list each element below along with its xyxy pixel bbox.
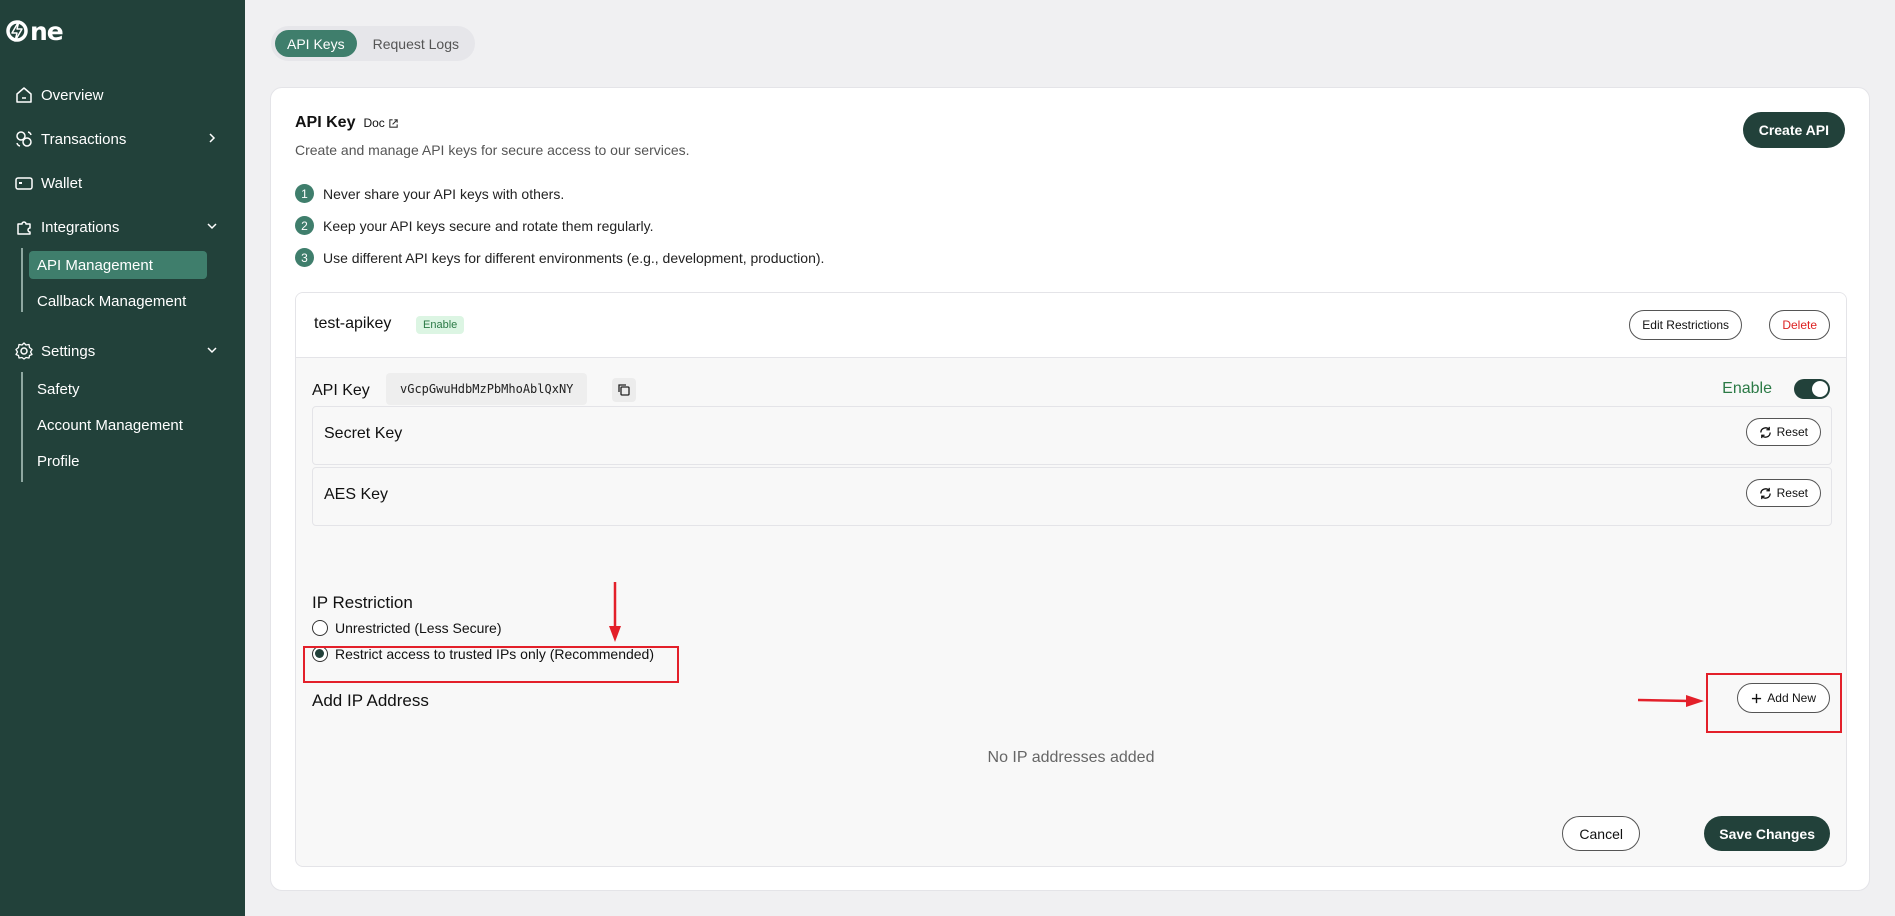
wallet-icon (15, 177, 33, 190)
puzzle-icon (17, 221, 31, 235)
highlight-box-add-new (1706, 673, 1842, 733)
copy-button[interactable] (612, 378, 636, 402)
reset-secret-key-button[interactable]: Reset (1745, 418, 1821, 446)
sidebar-item-wallet[interactable]: Wallet (0, 161, 245, 205)
api-key-name: test-apikey (314, 315, 392, 332)
tab-request-logs[interactable]: Request Logs (361, 30, 471, 57)
tip-number: 1 (295, 184, 314, 203)
chevron-down-icon (207, 223, 217, 230)
add-ip-title: Add IP Address (312, 691, 429, 710)
enable-label: Enable (1722, 380, 1772, 397)
secret-key-label: Secret Key (324, 425, 403, 442)
sidebar-item-label: Settings (41, 342, 96, 360)
copy-icon (618, 384, 630, 396)
empty-ip-message: No IP addresses added (987, 749, 1155, 766)
page-subtitle: Create and manage API keys for secure ac… (295, 142, 690, 158)
radio-label: Unrestricted (Less Secure) (335, 620, 502, 636)
tip-item: 2 Keep your API keys secure and rotate t… (295, 216, 653, 235)
reset-aes-key-button[interactable]: Reset (1745, 479, 1821, 507)
sidebar-item-transactions[interactable]: Transactions (0, 117, 245, 161)
aes-key-row: AES Key Reset (312, 467, 1832, 526)
doc-link-label: Doc (363, 116, 385, 130)
bolt-logo-icon (6, 20, 28, 42)
api-key-label: API Key (312, 382, 370, 399)
home-icon (16, 87, 32, 103)
api-key-value: vGcpGwuHdbMzPbMhoAblQxNY (386, 373, 588, 405)
sidebar-item-settings[interactable]: Settings (0, 329, 245, 373)
sidebar: ne Overview Transactions Wallet Integrat… (0, 0, 245, 916)
sidebar-item-account-management[interactable]: Account Management (29, 411, 207, 439)
tip-item: 1 Never share your API keys with others. (295, 184, 564, 203)
refresh-icon (1759, 426, 1771, 438)
create-api-button[interactable]: Create API (1742, 112, 1845, 148)
sidebar-item-profile[interactable]: Profile (29, 447, 207, 475)
settings-submenu-line (21, 372, 23, 482)
radio-unrestricted[interactable]: Unrestricted (Less Secure) (312, 620, 502, 636)
annotation-arrow-down (609, 582, 621, 642)
radio-circle[interactable] (312, 620, 328, 636)
coins-exchange-icon (16, 131, 32, 147)
integrations-submenu-line (21, 248, 23, 312)
api-key-header: test-apikey Enable Edit Restrictions Del… (296, 293, 1846, 358)
annotation-arrow-right (1637, 695, 1704, 707)
delete-button[interactable]: Delete (1769, 310, 1830, 340)
edit-restrictions-button[interactable]: Edit Restrictions (1629, 310, 1742, 340)
tip-number: 2 (295, 216, 314, 235)
brand-logo-text: ne (30, 16, 64, 46)
tip-number: 3 (295, 248, 314, 267)
sidebar-item-safety[interactable]: Safety (29, 375, 207, 403)
highlight-box-restrict-option (303, 646, 679, 683)
brand-logo[interactable]: ne (6, 16, 64, 46)
sidebar-item-label: Integrations (41, 218, 120, 236)
refresh-icon (1759, 487, 1771, 499)
toggle-knob (1812, 381, 1828, 397)
tab-api-keys[interactable]: API Keys (275, 30, 357, 57)
enable-toggle[interactable] (1794, 379, 1830, 399)
secret-key-row: Secret Key Reset (312, 406, 1832, 465)
sidebar-item-label: Wallet (41, 174, 83, 192)
reset-label: Reset (1776, 486, 1808, 500)
reset-label: Reset (1776, 425, 1808, 439)
api-key-card: API Key Doc Create and manage API keys f… (270, 87, 1870, 891)
sidebar-item-callback-management[interactable]: Callback Management (29, 287, 207, 315)
external-link-icon (389, 118, 398, 128)
sidebar-item-label: Transactions (41, 130, 127, 148)
sidebar-item-integrations[interactable]: Integrations (0, 205, 245, 249)
gear-icon (15, 342, 33, 360)
chevron-right-icon (209, 133, 216, 143)
tab-bar: API Keys Request Logs (271, 26, 475, 61)
tip-text: Keep your API keys secure and rotate the… (323, 217, 654, 234)
sidebar-item-api-management[interactable]: API Management (29, 251, 207, 279)
sidebar-item-label: Overview (41, 86, 104, 104)
ip-restriction-title: IP Restriction (312, 593, 413, 612)
doc-link[interactable]: Doc (363, 116, 398, 130)
tip-text: Never share your API keys with others. (323, 185, 565, 202)
tip-item: 3 Use different API keys for different e… (295, 248, 824, 267)
api-key-panel: test-apikey Enable Edit Restrictions Del… (295, 292, 1847, 867)
cancel-button[interactable]: Cancel (1562, 816, 1640, 851)
chevron-down-icon (207, 347, 217, 354)
save-changes-button[interactable]: Save Changes (1704, 816, 1830, 851)
sidebar-item-overview[interactable]: Overview (0, 73, 245, 117)
status-badge: Enable (416, 316, 465, 334)
aes-key-label: AES Key (324, 486, 389, 503)
tip-text: Use different API keys for different env… (323, 249, 825, 266)
page-title: API Key (295, 114, 356, 131)
